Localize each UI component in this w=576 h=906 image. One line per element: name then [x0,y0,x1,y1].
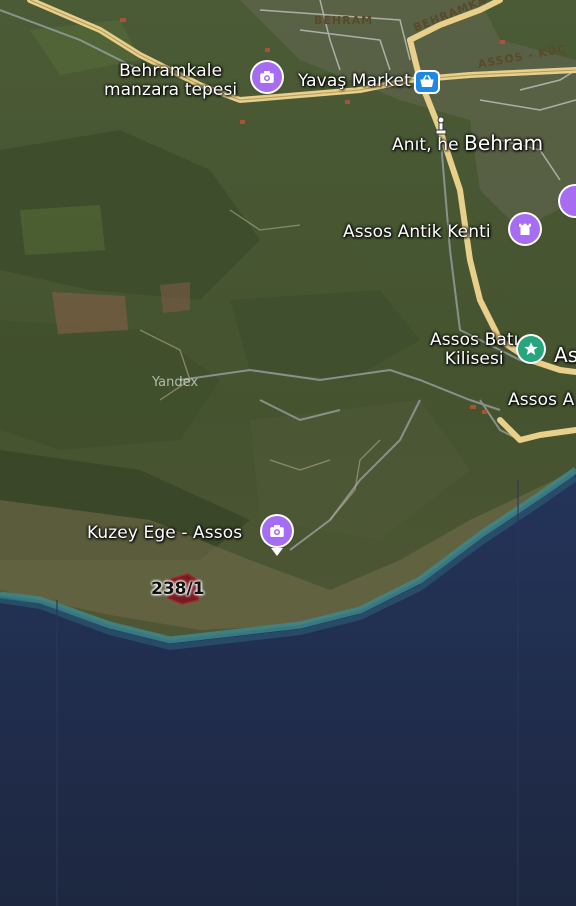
castle-icon[interactable] [510,214,540,244]
map-view[interactable]: Yandex BEHRAM BEHRAMKA ASSOS - KÜÇ Behra… [0,0,576,906]
place-label-line1: Behramkale [119,61,223,81]
star-icon[interactable] [518,336,544,362]
place-label-kuzey-ege-assos[interactable]: Kuzey Ege - Assos [87,524,242,543]
place-label-behram[interactable]: Behram [464,132,543,154]
camera-icon[interactable] [252,62,282,92]
place-label-assos-antik-kenti[interactable]: Assos Antik Kenti [343,223,491,242]
camera-icon[interactable] [262,516,292,546]
poi-pointer [271,548,283,556]
basket-icon[interactable] [416,72,438,92]
map-watermark: Yandex [152,375,199,390]
place-label-line2: manzara tepesi [104,80,238,100]
monument-icon[interactable] [432,116,450,136]
place-label-anit[interactable]: Anıt, he [392,136,459,155]
place-label-assos-partial[interactable]: As [554,344,576,366]
road-label-behram: BEHRAM [314,14,374,27]
place-label-assos-a[interactable]: Assos A [508,391,574,410]
parcel-label[interactable]: 238/1 [151,579,205,599]
place-label-assos-bati-kilisesi[interactable]: Assos Batı Kilisesi [430,331,518,369]
place-label-yavas-market[interactable]: Yavaş Market [298,72,411,91]
place-label-line2: Kilisesi [444,349,504,369]
place-label-line1: Assos Batı [430,330,519,350]
place-label-behramkale-manzara[interactable]: Behramkale manzara tepesi [104,62,237,100]
